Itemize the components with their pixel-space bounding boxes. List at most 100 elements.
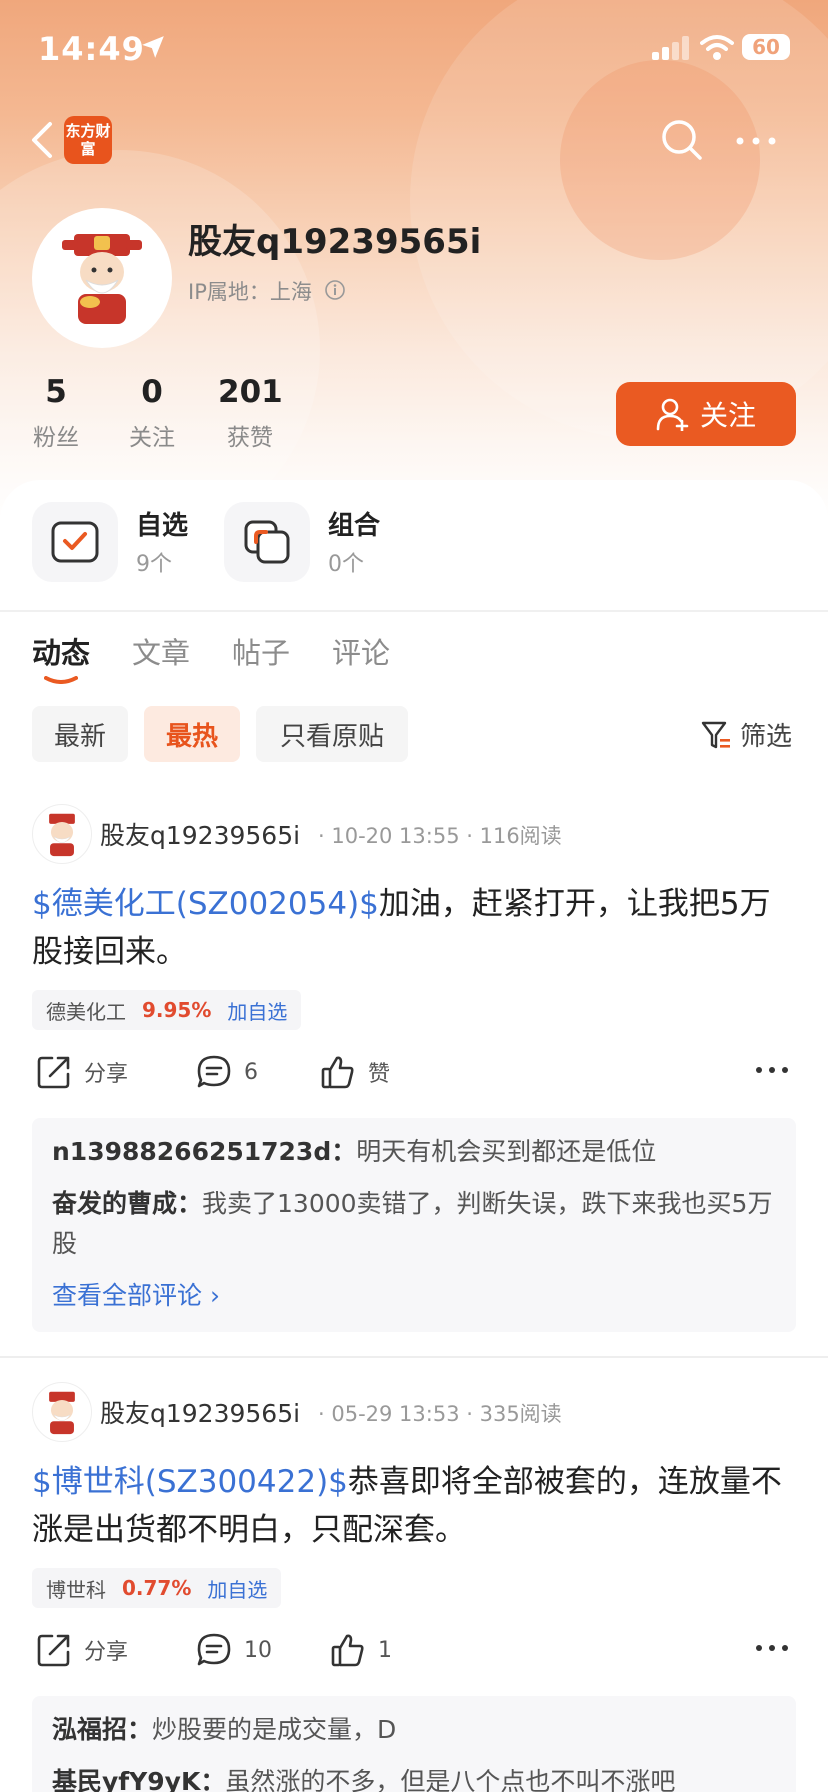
stock-link[interactable]: $德美化工(SZ002054)$ <box>32 886 379 922</box>
profile-username: 股友q19239565i <box>188 222 482 262</box>
share-icon <box>37 1634 70 1667</box>
avatar-fortune-god-icon <box>62 234 142 324</box>
comment-item[interactable]: 基民yfY9yK：虽然涨的不多，但是八个点也不叫不涨吧 <box>52 1762 776 1792</box>
profile-page: 14:49 60 东方财富 股友q19239565i IP属地：上海 5 粉丝 … <box>0 0 828 1792</box>
like-count: 1 <box>378 1637 392 1663</box>
tab-articles[interactable]: 文章 <box>132 630 190 672</box>
section-divider <box>0 610 828 612</box>
comment-item[interactable]: 奋发的曹成：我卖了13000卖错了，判断失误，跌下来我也买5万股 <box>52 1184 776 1264</box>
filter-latest[interactable]: 最新 <box>32 706 128 762</box>
tab-active-indicator <box>44 676 78 684</box>
watchlist-count: 9个 <box>136 552 172 577</box>
stat-value: 201 <box>218 374 283 410</box>
filter-original-only[interactable]: 只看原贴 <box>256 706 408 762</box>
info-icon[interactable] <box>324 279 346 301</box>
stat-value: 0 <box>141 374 163 410</box>
portfolio-title[interactable]: 组合 <box>328 505 380 542</box>
like-button[interactable]: 1 <box>330 1632 392 1668</box>
share-button[interactable]: 分享 <box>36 1054 128 1090</box>
comment-text: 炒股要的是成交量，D <box>152 1715 397 1744</box>
tab-feed[interactable]: 动态 <box>32 630 90 672</box>
chip-stock-name: 博世科 <box>46 1577 106 1602</box>
comment-user[interactable]: 泓福招： <box>52 1715 152 1744</box>
like-button[interactable]: 赞 <box>320 1054 390 1090</box>
comment-user[interactable]: n13988266251723d： <box>52 1137 356 1166</box>
back-arrow-icon[interactable] <box>28 120 56 160</box>
chip-change-pct: 9.95% <box>142 998 212 1022</box>
post-meta: · 10-20 13:55 · 116阅读 <box>318 824 562 848</box>
post-content[interactable]: $博世科(SZ300422)$恭喜即将全部被套的，连放量不涨是出货都不明白，只配… <box>32 1458 796 1554</box>
stat-value: 5 <box>45 374 67 410</box>
filter-hottest[interactable]: 最热 <box>144 706 240 762</box>
post-author-avatar[interactable] <box>32 804 92 864</box>
chip-stock-name: 德美化工 <box>46 999 126 1024</box>
app-logo[interactable]: 东方财富 <box>64 116 112 164</box>
view-all-comments-link[interactable]: 查看全部评论 › <box>52 1276 776 1312</box>
comment-count: 10 <box>244 1637 272 1663</box>
more-options-icon[interactable] <box>734 126 778 156</box>
tab-posts[interactable]: 帖子 <box>232 630 290 672</box>
watchlist-title[interactable]: 自选 <box>136 505 188 542</box>
comment-user[interactable]: 奋发的曹成： <box>52 1189 202 1218</box>
comment-text: 虽然涨的不多，但是八个点也不叫不涨吧 <box>225 1767 676 1792</box>
portfolio-icon <box>244 520 290 564</box>
comment-preview-box: 泓福招：炒股要的是成交量，D 基民yfY9yK：虽然涨的不多，但是八个点也不叫不… <box>32 1696 796 1792</box>
post-author-avatar[interactable] <box>32 1382 92 1442</box>
status-bar: 14:49 60 <box>0 0 828 100</box>
share-button[interactable]: 分享 <box>36 1632 128 1668</box>
add-to-watchlist-link[interactable]: 加自选 <box>227 996 287 1025</box>
comment-preview-box: n13988266251723d：明天有机会买到都还是低位 奋发的曹成：我卖了1… <box>32 1118 796 1332</box>
stat-following[interactable]: 0 关注 <box>124 374 180 452</box>
like-label: 赞 <box>368 1062 391 1087</box>
comment-button[interactable]: 10 <box>196 1632 272 1668</box>
post-content[interactable]: $德美化工(SZ002054)$加油，赶紧打开，让我把5万股接回来。 <box>32 880 796 976</box>
status-time: 14:49 <box>38 30 145 68</box>
stock-chip[interactable]: 德美化工 9.95% 加自选 <box>32 990 302 1030</box>
filter-funnel-icon <box>701 721 730 748</box>
portfolio-shortcut[interactable] <box>224 502 310 582</box>
stat-followers[interactable]: 5 粉丝 <box>28 374 84 452</box>
add-user-icon <box>656 398 689 431</box>
screen-button[interactable]: 筛选 <box>700 716 792 753</box>
thumbs-up-icon <box>331 1634 364 1667</box>
thumbs-up-icon <box>321 1056 354 1089</box>
share-label: 分享 <box>84 1640 129 1665</box>
search-icon[interactable] <box>660 118 704 162</box>
post-author-name[interactable]: 股友q19239565i <box>100 816 300 852</box>
signal-icon <box>652 36 689 60</box>
watchlist-shortcut[interactable] <box>32 502 118 582</box>
tab-comments[interactable]: 评论 <box>332 630 390 672</box>
avatar[interactable] <box>32 208 172 348</box>
stat-label: 获赞 <box>227 425 273 451</box>
stock-chip[interactable]: 博世科 0.77% 加自选 <box>32 1568 282 1608</box>
comment-icon <box>197 1633 231 1666</box>
comment-item[interactable]: n13988266251723d：明天有机会买到都还是低位 <box>52 1132 776 1172</box>
stat-label: 粉丝 <box>33 425 79 451</box>
battery-indicator: 60 <box>742 34 790 60</box>
post-actions: 分享 10 1 <box>32 1632 796 1676</box>
follow-button[interactable]: 关注 <box>616 382 796 446</box>
add-to-watchlist-link[interactable]: 加自选 <box>207 1574 267 1603</box>
avatar-fortune-god-icon <box>49 1391 75 1435</box>
comment-text: 明天有机会买到都还是低位 <box>356 1137 657 1166</box>
stat-label: 关注 <box>129 425 175 451</box>
watchlist-check-icon <box>51 521 99 563</box>
comment-item[interactable]: 泓福招：炒股要的是成交量，D <box>52 1710 776 1750</box>
post-separator <box>0 1356 828 1358</box>
post-more-icon[interactable] <box>754 1060 790 1080</box>
portfolio-count: 0个 <box>328 552 364 577</box>
share-label: 分享 <box>84 1062 129 1087</box>
comment-count: 6 <box>244 1059 258 1085</box>
chip-change-pct: 0.77% <box>122 1576 192 1600</box>
post-actions: 分享 6 赞 <box>32 1054 796 1098</box>
avatar-fortune-god-icon <box>49 813 75 857</box>
post-meta: · 05-29 13:53 · 335阅读 <box>318 1402 562 1426</box>
location-arrow-icon <box>142 36 164 58</box>
post-more-icon[interactable] <box>754 1638 790 1658</box>
comment-button[interactable]: 6 <box>196 1054 258 1090</box>
comment-user[interactable]: 基民yfY9yK： <box>52 1767 225 1792</box>
wifi-icon <box>700 35 734 60</box>
post-author-name[interactable]: 股友q19239565i <box>100 1394 300 1430</box>
stock-link[interactable]: $博世科(SZ300422)$ <box>32 1464 348 1500</box>
stat-likes[interactable]: 201 获赞 <box>218 374 283 452</box>
